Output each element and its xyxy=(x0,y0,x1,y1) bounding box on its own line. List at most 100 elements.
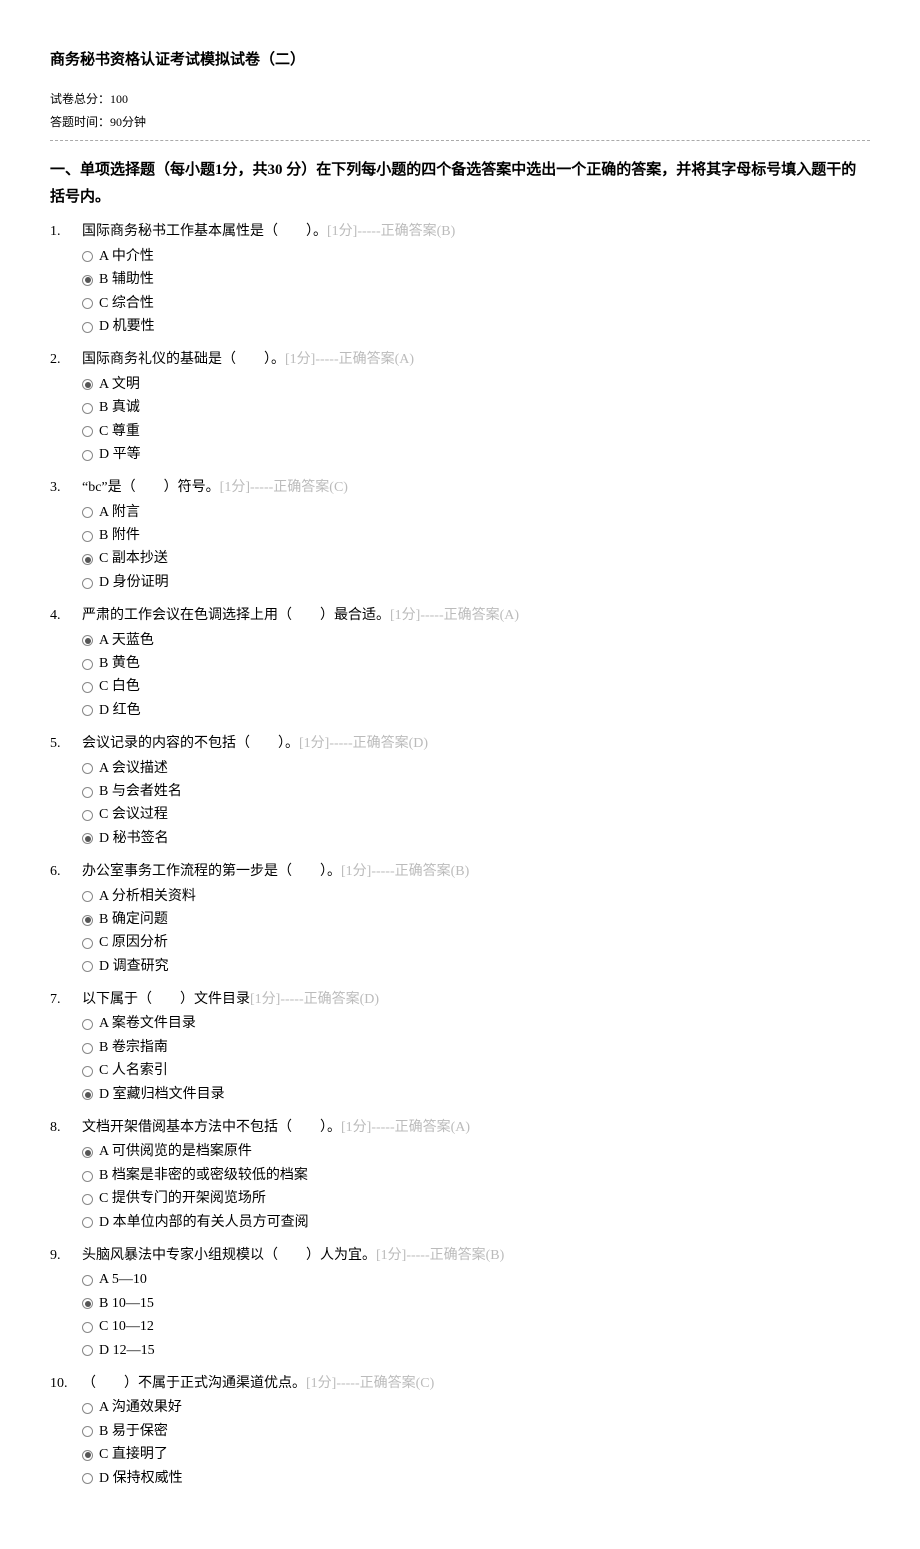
radio-icon[interactable] xyxy=(82,635,93,646)
option[interactable]: A 可供阅览的是档案原件 xyxy=(82,1141,870,1163)
option[interactable]: B 易于保密 xyxy=(82,1421,870,1443)
option[interactable]: A 案卷文件目录 xyxy=(82,1013,870,1035)
radio-icon[interactable] xyxy=(82,833,93,844)
option[interactable]: D 12—15 xyxy=(82,1340,870,1362)
option[interactable]: C 综合性 xyxy=(82,293,870,315)
radio-icon[interactable] xyxy=(82,938,93,949)
option[interactable]: B 确定问题 xyxy=(82,909,870,931)
radio-icon[interactable] xyxy=(82,961,93,972)
option-label: C 综合性 xyxy=(99,293,154,315)
option[interactable]: C 提供专门的开架阅览场所 xyxy=(82,1188,870,1210)
radio-icon[interactable] xyxy=(82,1322,93,1333)
option[interactable]: A 天蓝色 xyxy=(82,630,870,652)
question-stem: 严肃的工作会议在色调选择上用（ ）最合适。[1分]-----正确答案(A) xyxy=(82,605,870,627)
option[interactable]: B 真诚 xyxy=(82,397,870,419)
radio-icon[interactable] xyxy=(82,1275,93,1286)
option[interactable]: C 副本抄送 xyxy=(82,548,870,570)
option[interactable]: D 调查研究 xyxy=(82,956,870,978)
option[interactable]: B 附件 xyxy=(82,525,870,547)
radio-icon[interactable] xyxy=(82,891,93,902)
question-stem-text: 头脑风暴法中专家小组规模以（ ）人为宜。 xyxy=(82,1248,376,1263)
question-stem-text: 会议记录的内容的不包括（ ）。 xyxy=(82,736,299,751)
radio-icon[interactable] xyxy=(82,379,93,390)
radio-icon[interactable] xyxy=(82,426,93,437)
radio-icon[interactable] xyxy=(82,1473,93,1484)
option[interactable]: C 10—12 xyxy=(82,1316,870,1338)
question-body: 国际商务秘书工作基本属性是（ ）。[1分]-----正确答案(B) A 中介性B … xyxy=(82,221,870,339)
option[interactable]: A 沟通效果好 xyxy=(82,1397,870,1419)
radio-icon[interactable] xyxy=(82,915,93,926)
radio-icon[interactable] xyxy=(82,450,93,461)
option-label: D 12—15 xyxy=(99,1340,155,1362)
radio-icon[interactable] xyxy=(82,1089,93,1100)
question-body: 以下属于（ ）文件目录[1分]-----正确答案(D)A 案卷文件目录B 卷宗指… xyxy=(82,989,870,1107)
question-stem: “bc”是（ ）符号。[1分]-----正确答案(C) xyxy=(82,477,870,499)
option[interactable]: D 保持权威性 xyxy=(82,1468,870,1490)
option-label: D 平等 xyxy=(99,444,141,466)
question-meta: [1分]-----正确答案(A) xyxy=(341,1120,470,1135)
option[interactable]: C 直接明了 xyxy=(82,1444,870,1466)
question-stem-text: 国际商务秘书工作基本属性是（ ）。 xyxy=(82,224,327,239)
radio-icon[interactable] xyxy=(82,403,93,414)
option[interactable]: D 室藏归档文件目录 xyxy=(82,1084,870,1106)
radio-icon[interactable] xyxy=(82,1043,93,1054)
radio-icon[interactable] xyxy=(82,787,93,798)
radio-icon[interactable] xyxy=(82,1426,93,1437)
radio-icon[interactable] xyxy=(82,1403,93,1414)
radio-icon[interactable] xyxy=(82,298,93,309)
radio-icon[interactable] xyxy=(82,810,93,821)
radio-icon[interactable] xyxy=(82,322,93,333)
radio-icon[interactable] xyxy=(82,251,93,262)
option-label: D 室藏归档文件目录 xyxy=(99,1084,225,1106)
option[interactable]: B 黄色 xyxy=(82,653,870,675)
question-number: 10. xyxy=(50,1373,82,1491)
option[interactable]: C 人名索引 xyxy=(82,1060,870,1082)
radio-icon[interactable] xyxy=(82,554,93,565)
question-meta: [1分]-----正确答案(A) xyxy=(285,352,414,367)
option[interactable]: C 白色 xyxy=(82,676,870,698)
option[interactable]: A 中介性 xyxy=(82,246,870,268)
option[interactable]: C 会议过程 xyxy=(82,804,870,826)
option[interactable]: B 10—15 xyxy=(82,1293,870,1315)
radio-icon[interactable] xyxy=(82,705,93,716)
radio-icon[interactable] xyxy=(82,1298,93,1309)
option-label: C 直接明了 xyxy=(99,1444,168,1466)
option[interactable]: A 文明 xyxy=(82,374,870,396)
radio-icon[interactable] xyxy=(82,531,93,542)
option[interactable]: A 附言 xyxy=(82,502,870,524)
option[interactable]: D 秘书签名 xyxy=(82,828,870,850)
question-meta: [1分]-----正确答案(B) xyxy=(327,224,455,239)
radio-icon[interactable] xyxy=(82,275,93,286)
option[interactable]: B 档案是非密的或密级较低的档案 xyxy=(82,1165,870,1187)
radio-icon[interactable] xyxy=(82,763,93,774)
option[interactable]: C 原因分析 xyxy=(82,932,870,954)
radio-icon[interactable] xyxy=(82,1217,93,1228)
radio-icon[interactable] xyxy=(82,682,93,693)
option[interactable]: D 身份证明 xyxy=(82,572,870,594)
option[interactable]: D 平等 xyxy=(82,444,870,466)
option[interactable]: A 5—10 xyxy=(82,1269,870,1291)
option[interactable]: B 辅助性 xyxy=(82,269,870,291)
radio-icon[interactable] xyxy=(82,1019,93,1030)
option[interactable]: A 会议描述 xyxy=(82,758,870,780)
radio-icon[interactable] xyxy=(82,1450,93,1461)
option[interactable]: D 机要性 xyxy=(82,316,870,338)
radio-icon[interactable] xyxy=(82,1147,93,1158)
radio-icon[interactable] xyxy=(82,1066,93,1077)
option[interactable]: A 分析相关资料 xyxy=(82,886,870,908)
radio-icon[interactable] xyxy=(82,1194,93,1205)
radio-icon[interactable] xyxy=(82,1345,93,1356)
option[interactable]: D 本单位内部的有关人员方可查阅 xyxy=(82,1212,870,1234)
option-label: C 白色 xyxy=(99,676,140,698)
option[interactable]: D 红色 xyxy=(82,700,870,722)
radio-icon[interactable] xyxy=(82,1171,93,1182)
question-stem-text: 办公室事务工作流程的第一步是（ ）。 xyxy=(82,864,341,879)
radio-icon[interactable] xyxy=(82,659,93,670)
radio-icon[interactable] xyxy=(82,507,93,518)
question-meta: [1分]-----正确答案(B) xyxy=(376,1248,504,1263)
radio-icon[interactable] xyxy=(82,578,93,589)
option-label: B 与会者姓名 xyxy=(99,781,182,803)
option[interactable]: B 卷宗指南 xyxy=(82,1037,870,1059)
option[interactable]: B 与会者姓名 xyxy=(82,781,870,803)
option[interactable]: C 尊重 xyxy=(82,421,870,443)
